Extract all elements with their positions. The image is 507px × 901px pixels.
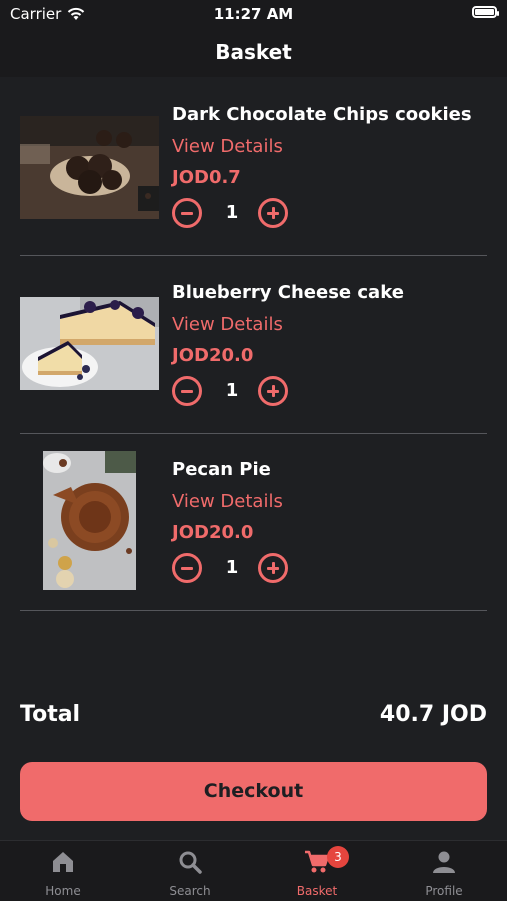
increase-quantity-button[interactable]: [258, 198, 288, 228]
cheesecake-image[interactable]: [20, 297, 159, 390]
view-details-link[interactable]: View Details: [172, 491, 283, 512]
tab-label: Home: [45, 884, 81, 898]
tab-profile[interactable]: Profile: [381, 841, 507, 901]
decrease-quantity-button[interactable]: [172, 553, 202, 583]
item-name: Blueberry Cheese cake: [172, 282, 404, 303]
total-value: 40.7 JOD: [379, 702, 487, 727]
nav-bar: Basket: [0, 28, 507, 77]
view-details-link[interactable]: View Details: [172, 136, 283, 157]
increase-quantity-button[interactable]: [258, 553, 288, 583]
basket-item: Pecan Pie View Details JOD20.0 1: [20, 433, 487, 611]
cart-icon: [305, 850, 330, 873]
tab-home[interactable]: Home: [0, 841, 126, 901]
total-row: Total 40.7 JOD: [20, 700, 487, 736]
increase-quantity-button[interactable]: [258, 376, 288, 406]
decrease-quantity-button[interactable]: [172, 376, 202, 406]
status-bar: Carrier 11:27 AM: [0, 0, 507, 28]
item-price: JOD20.0: [172, 522, 254, 543]
person-icon: [433, 851, 455, 873]
tab-label: Search: [169, 884, 211, 898]
view-details-link[interactable]: View Details: [172, 314, 283, 335]
status-time: 11:27 AM: [213, 5, 294, 23]
tab-label: Basket: [296, 884, 338, 898]
item-name: Dark Chocolate Chips cookies: [172, 104, 472, 125]
pecan-pie-image[interactable]: [43, 451, 136, 590]
basket-count-badge: 3: [327, 846, 349, 868]
home-icon: [53, 852, 73, 872]
item-quantity: 1: [225, 557, 239, 578]
basket-item: Dark Chocolate Chips cookies View Detail…: [20, 78, 487, 256]
tab-search[interactable]: Search: [127, 841, 253, 901]
quantity-stepper: 1: [172, 553, 292, 587]
basket-item: Blueberry Cheese cake View Details JOD20…: [20, 256, 487, 434]
battery-icon: [472, 6, 499, 18]
item-price: JOD20.0: [172, 345, 254, 366]
item-quantity: 1: [225, 380, 239, 401]
item-price: JOD0.7: [172, 167, 241, 188]
item-quantity: 1: [225, 202, 239, 223]
item-name: Pecan Pie: [172, 459, 271, 480]
decrease-quantity-button[interactable]: [172, 198, 202, 228]
tab-label: Profile: [425, 884, 463, 898]
total-label: Total: [20, 702, 81, 727]
checkout-button[interactable]: Checkout: [20, 762, 487, 821]
tab-basket[interactable]: 3 Basket: [254, 841, 380, 901]
quantity-stepper: 1: [172, 376, 292, 410]
page-title: Basket: [215, 40, 292, 64]
tab-bar: Home Search 3 Basket Profile: [0, 840, 507, 901]
search-icon: [179, 851, 202, 874]
cookies-image[interactable]: [20, 116, 159, 219]
quantity-stepper: 1: [172, 198, 292, 232]
